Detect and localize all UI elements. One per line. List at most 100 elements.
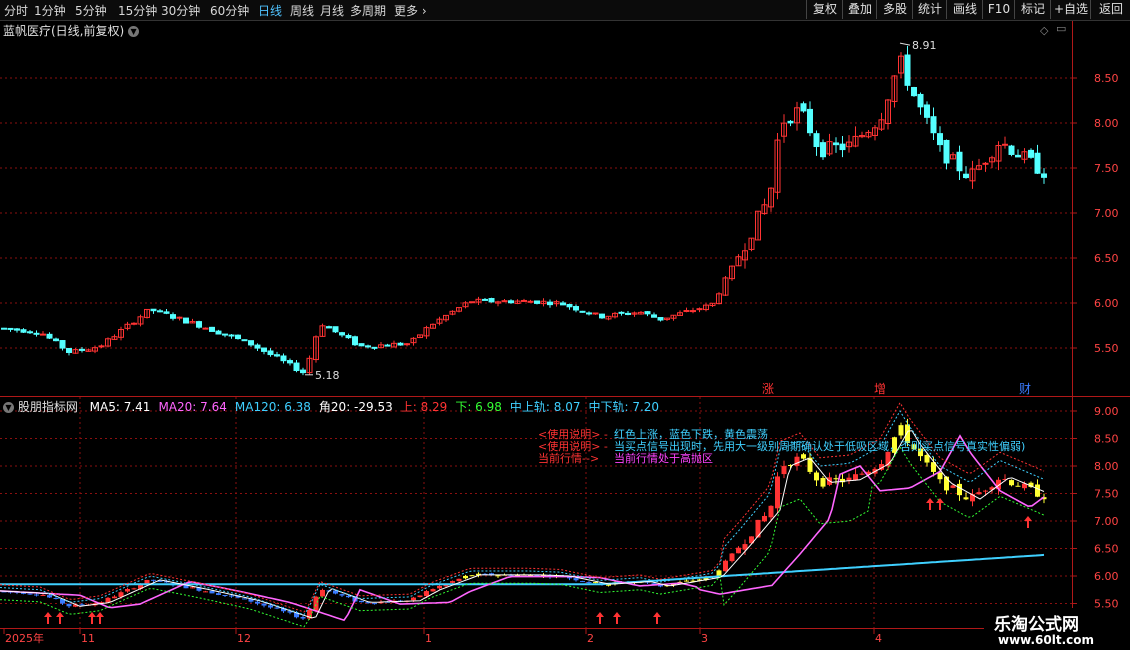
candle-body [157,310,163,313]
period-tab-intraday[interactable]: 分时 [4,2,28,19]
period-tab-monthly[interactable]: 月线 [320,2,344,19]
candle-body [911,87,917,97]
buy-signal-arrow-icon [44,612,52,624]
indicator-candle-body [775,476,780,509]
candle-body [79,348,85,351]
indicator-candle-body [53,598,59,600]
indicator-candle-body [216,593,221,595]
indicator-candle-body [255,601,260,604]
candle-body [787,120,794,124]
indicator-candle-body [723,560,728,572]
candle-body [651,314,657,318]
candle-body [7,327,14,330]
indicator-candle-body [66,603,72,607]
candle-body [287,360,293,364]
candle-body [202,327,209,330]
add-watchlist-button[interactable]: +自选 [1050,0,1091,19]
diamond-icon[interactable]: ◇ [1040,24,1048,37]
period-tab-5min[interactable]: 5分钟 [75,2,107,19]
main-candlestick-series: 8.91 5.18 涨 增 财 [1,39,1047,396]
candle-body [326,326,332,329]
candle-body [527,300,534,303]
candle-body [534,300,540,304]
f10-button[interactable]: F10 [982,0,1015,19]
indicator-candle-body [586,582,592,584]
y-tick-label: 6.50 [1094,543,1119,556]
candle-body [501,300,508,303]
watermark-url: www.60lt.com [998,633,1095,647]
candle-body [352,336,358,346]
indicator-candle-body [469,575,475,577]
indicator-candle-body [729,553,735,562]
period-tab-more[interactable]: 更多 › [394,2,427,19]
overlay-button[interactable]: 叠加 [842,0,877,19]
candle-body [176,316,183,319]
indicator-header: ▼ 股朋指标网 MA5: 7.41 MA20: 7.64 MA120: 6.38 角2… [3,398,659,415]
main-chart-title[interactable]: 蓝帆医疗(日线,前复权) ▼ [3,22,140,39]
indicator-candle-body [814,472,819,481]
indicator-name[interactable]: 股朋指标网 [18,400,78,414]
event-marker: 涨 [762,381,774,396]
x-tick-label: 4 [875,632,882,645]
indicator-candle-body [372,603,377,605]
candle-body [215,330,222,335]
indicator-candle-body [801,454,806,459]
period-tab-daily[interactable]: 日线 [258,2,282,19]
y-tick-label: 8.50 [1094,72,1119,85]
draw-line-button[interactable]: 画线 [946,0,983,19]
candle-body [46,333,53,339]
candle-body [800,103,807,112]
indicator-candle-body [411,597,416,601]
period-tab-1min[interactable]: 1分钟 [34,2,66,19]
indicator-candle-body [820,477,826,487]
candle-body [482,298,488,301]
candle-body [358,343,365,347]
period-tab-weekly[interactable]: 周线 [290,2,314,19]
stock-title: 蓝帆医疗(日线,前复权) [3,24,125,38]
candle-body [53,338,59,342]
indicator-candle-body [495,575,501,577]
chart-canvas[interactable]: 8.91 5.18 涨 增 财 8.50 8.00 7.50 7.00 6.50 6.00 5.50… [0,0,1130,650]
back-button[interactable]: 返回 [1090,0,1130,19]
candle-body [1008,145,1015,155]
indicator-candle-body [27,593,33,595]
indicator-candle-body [34,594,39,596]
x-tick-label: 2025年 [5,631,44,645]
buy-signal-arrow-icon [596,612,604,624]
candle-body [592,312,599,315]
indicator-candle-body [300,617,306,619]
statistics-button[interactable]: 统计 [912,0,947,19]
period-toolbar: 分时 1分钟 5分钟 15分钟 30分钟 60分钟 日线 周线 月线 多周期 更… [0,0,1130,21]
x-tick-label: 11 [81,632,95,645]
candle-body [98,345,105,348]
period-tab-15min[interactable]: 15分钟 [118,2,157,19]
indicator-candle-body [203,591,208,593]
candle-body [196,321,202,328]
indicator-values: MA5: 7.41 MA20: 7.64 MA120: 6.38 角20: -29.5… [82,400,659,414]
chevron-down-icon[interactable]: ▼ [128,26,140,37]
mark-button[interactable]: 标记 [1014,0,1051,19]
y-tick-label: 9.00 [1094,405,1119,418]
indicator-candle-body [229,595,234,597]
multi-stock-button[interactable]: 多股 [876,0,913,19]
period-tab-multi[interactable]: 多周期 [350,2,386,19]
indicator-candle-body [580,581,585,583]
buy-signal-arrow-icon [926,498,934,510]
candle-body [488,298,495,303]
low-price-label: 5.18 [315,369,340,382]
candle-body [267,350,274,356]
minimize-icon[interactable]: ▭ [1056,22,1066,35]
ma120-line [0,553,1045,586]
restore-rights-button[interactable]: 复权 [806,0,843,19]
indicator-candle-body [242,598,247,600]
candle-body [644,311,651,315]
candle-body [1002,143,1008,146]
period-tab-60min[interactable]: 60分钟 [210,2,249,19]
indicator-candle-body [1009,480,1014,486]
indicator-candle-body [859,473,865,475]
period-tab-30min[interactable]: 30分钟 [161,2,200,19]
chevron-down-icon[interactable]: ▼ [3,402,14,413]
candle-body [930,116,937,134]
buy-signal-arrow-icon [613,612,621,624]
candle-body [384,344,391,347]
